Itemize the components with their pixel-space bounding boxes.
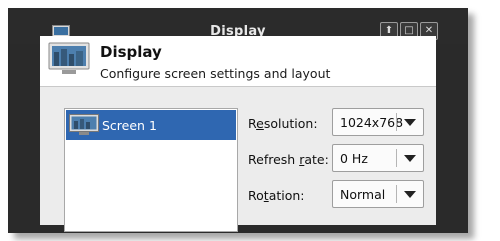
rotation-label: Rotation: xyxy=(248,188,305,203)
resolution-dropdown[interactable]: 1024x768 xyxy=(332,108,424,136)
combo-separator xyxy=(396,149,397,167)
screen-label: Screen 1 xyxy=(102,118,157,133)
page-title: Display xyxy=(100,43,162,61)
refresh-rate-label: Refresh rate: xyxy=(248,152,329,167)
monitor-icon xyxy=(69,114,99,135)
combo-separator xyxy=(396,113,397,131)
resolution-label: Resolution: xyxy=(248,116,318,131)
refresh-rate-value: 0 Hz xyxy=(340,151,368,166)
page-subtitle: Configure screen settings and layout xyxy=(100,66,331,81)
resolution-value: 1024x768 xyxy=(340,115,404,130)
chevron-down-icon xyxy=(404,119,416,126)
monitor-icon xyxy=(48,42,90,74)
list-item-screen-1[interactable]: Screen 1 xyxy=(66,110,236,140)
rotation-dropdown[interactable]: Normal xyxy=(332,180,424,208)
combo-separator xyxy=(396,185,397,203)
dialog-header: Display Configure screen settings and la… xyxy=(40,36,436,87)
chevron-down-icon xyxy=(404,155,416,162)
rotation-value: Normal xyxy=(340,187,386,202)
screen-list[interactable]: Screen 1 xyxy=(64,108,238,232)
display-dialog: Display Configure screen settings and la… xyxy=(40,36,436,232)
chevron-down-icon xyxy=(404,191,416,198)
refresh-rate-dropdown[interactable]: 0 Hz xyxy=(332,144,424,172)
